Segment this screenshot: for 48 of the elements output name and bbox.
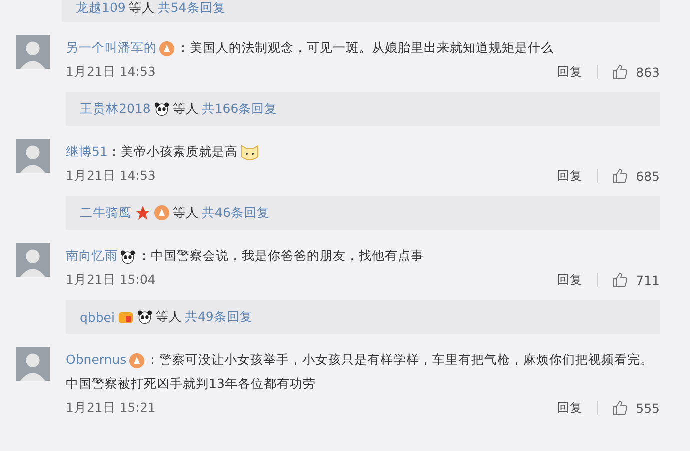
avatar-icon[interactable] (16, 139, 50, 173)
reply-link[interactable]: 回复 (557, 168, 584, 184)
like-count: 555 (636, 400, 660, 416)
like-count: 711 (636, 272, 660, 288)
vip-badge-icon (159, 40, 175, 57)
thumbs-up-icon[interactable] (612, 64, 628, 80)
user-name-link[interactable]: 另一个叫潘军的 (66, 40, 157, 55)
panda-icon (120, 248, 136, 265)
vip-badge-icon (128, 352, 145, 369)
reply-user-link[interactable]: 二牛骑鹰 (80, 204, 132, 222)
user-name-link[interactable]: Obnernus (66, 352, 127, 367)
comment-text: 另一个叫潘军的 ：美国人的法制观念，可见一斑。从娘胎里出来就知道规矩是什么 (66, 39, 555, 59)
comment-time: 1月21日 14:53 (66, 168, 156, 184)
user-name-link[interactable]: 继博51 (66, 144, 108, 159)
star-icon (135, 205, 151, 221)
avatar-icon[interactable] (16, 347, 50, 381)
panda-icon (136, 309, 153, 325)
like-count: 863 (636, 64, 660, 80)
comment-time: 1月21日 15:21 (66, 400, 156, 416)
like-count: 685 (636, 168, 660, 184)
thumbs-up-icon[interactable] (612, 400, 628, 416)
comment-text: 南向忆雨 ：中国警察会说，我是你爸爸的朋友，找他有点事 (66, 247, 425, 267)
reply-suffix: 等人 (172, 100, 199, 118)
comment-time: 1月21日 14:53 (66, 64, 156, 80)
cat-emoji-icon (240, 142, 260, 163)
comment-text: Obnernus ：警察可没让小女孩举手，小女孩只是有样学样，车里有把气枪，麻烦你们把视频看完。中国警察被打死凶手就判13年各位都有功劳 (66, 351, 655, 393)
reply-suffix: 等人 (128, 0, 155, 17)
reply-suffix: 等人 (156, 308, 182, 326)
reply-user-link[interactable]: qbbei (80, 310, 115, 324)
avatar-icon[interactable] (16, 35, 50, 69)
vip-badge-icon (154, 205, 170, 221)
reply-count-link[interactable]: 共49条回复 (184, 308, 253, 326)
thumbs-up-icon[interactable] (612, 272, 628, 288)
reply-user-link[interactable]: 王贵林2018 (80, 100, 151, 118)
reply-count-link[interactable]: 共54条回复 (158, 0, 226, 17)
comment-text: 继博51：美帝小孩素质就是高 (66, 140, 660, 164)
reply-suffix: 等人 (173, 204, 199, 222)
reply-link[interactable]: 回复 (557, 272, 584, 288)
reply-link[interactable]: 回复 (557, 64, 584, 80)
reply-count-link[interactable]: 共166条回复 (202, 100, 278, 118)
thumbs-up-icon[interactable] (612, 168, 628, 184)
user-name-link[interactable]: 南向忆雨 (66, 248, 118, 263)
reply-count-link[interactable]: 共46条回复 (202, 204, 270, 222)
reply-user-link[interactable]: 龙越109 (76, 0, 126, 17)
panda-icon (154, 101, 170, 117)
comment-time: 1月21日 15:04 (66, 272, 156, 288)
reply-link[interactable]: 回复 (557, 400, 584, 416)
avatar-icon[interactable] (16, 243, 50, 277)
